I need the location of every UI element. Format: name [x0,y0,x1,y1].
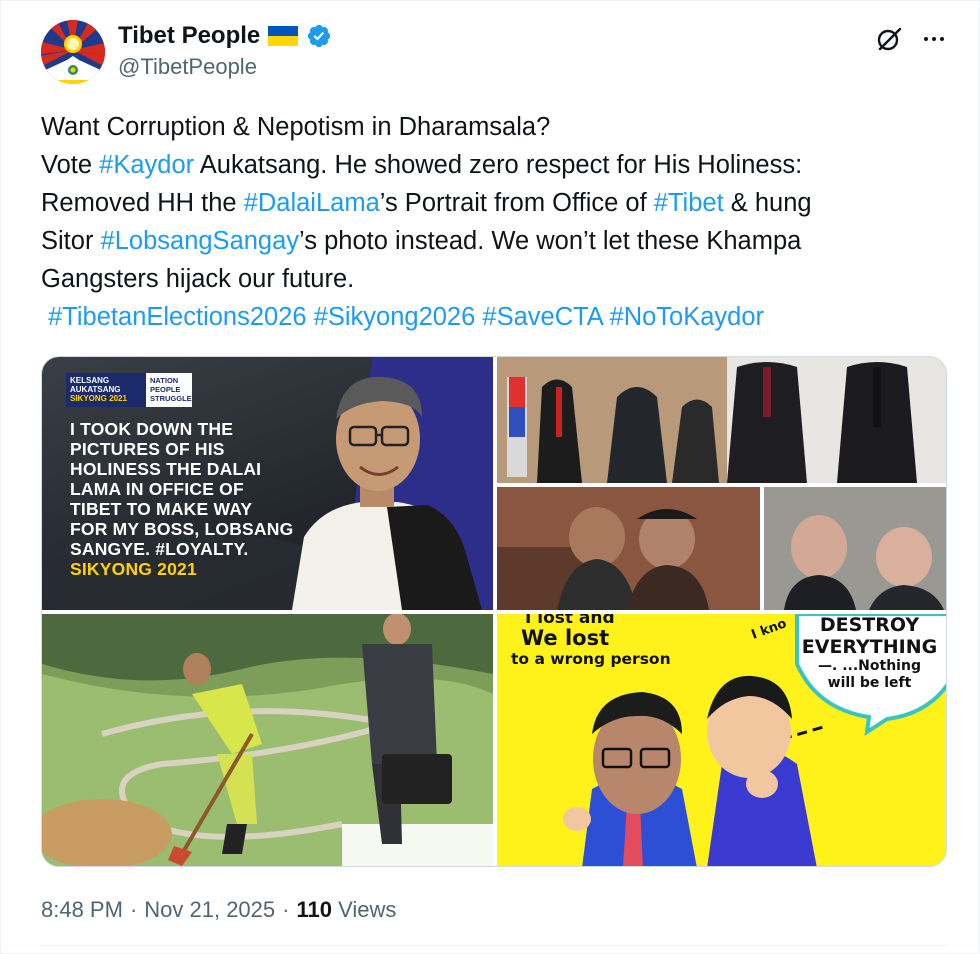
meta-separator: · [129,897,138,922]
speech-bubble: DESTROY EVERYTHING —. ...Nothing will be… [801,614,938,691]
media-image-campaign-poster[interactable]: KELSANG AUKATSANG SIKYONG 2021 NATION PE… [42,357,493,610]
author-display-name[interactable]: Tibet People [118,22,260,50]
media-image-suits-meeting[interactable] [497,357,946,483]
hashtag-link[interactable]: #DalaiLama [244,189,380,217]
tweet-line: Sitor #LobsangSangay’s photo instead. We… [41,227,802,255]
media-image-meeting-closeup[interactable] [497,487,760,610]
author-name-row: Tibet People [118,21,332,51]
views-count: 110 [296,897,332,922]
grok-icon [877,27,902,51]
hashtag-link[interactable]: #TibetanElections2026 [41,303,307,331]
media-image-worker-scene[interactable] [42,614,493,866]
hashtag-link[interactable]: #NoToKaydor [610,303,765,331]
ukraine-flag-icon [268,26,299,46]
media-grid: KELSANG AUKATSANG SIKYONG 2021 NATION PE… [41,356,947,867]
hashtag-link[interactable]: #LobsangSangay [101,227,300,255]
suits-scene [497,357,946,483]
tibetan-flag-avatar [41,20,105,84]
cartoon-text-wrong-person: to a wrong person [511,650,671,668]
poster-logo-text: KELSANG AUKATSANG SIKYONG 2021 [70,376,127,403]
author-handle[interactable]: @TibetPeople [118,54,257,80]
worker-scene [42,614,493,866]
views-label: Views [338,897,397,922]
tweet-line: Removed HH the #DalaiLama’s Portrait fro… [41,189,812,217]
verified-badge-icon[interactable] [306,23,332,49]
media-image-cartoon[interactable]: I lost and We lost to a wrong person I k… [497,614,946,866]
meeting-closeup-scene [497,487,760,610]
tweet-meta: 8:48 PM · Nov 21, 2025 · 110 Views [41,897,396,923]
tweet-time[interactable]: 8:48 PM [41,897,123,923]
author-avatar[interactable] [41,20,105,84]
views-counter[interactable]: 110 Views [296,897,396,923]
poster-quote: I TOOK DOWN THE PICTURES OF HIS HOLINESS… [70,419,294,579]
officials-scene [764,487,946,610]
tweet-line: Vote #Kaydor Aukatsang. He showed zero r… [41,151,803,179]
hashtag-link[interactable]: #SaveCTA [482,303,602,331]
poster-slogan-text: NATION PEOPLE STRUGGLE [150,376,192,403]
more-icon [924,37,944,41]
tweet-date[interactable]: Nov 21, 2025 [144,897,275,923]
tweet-line: Gangsters hijack our future. [41,265,355,293]
tweet-card: Tibet People @TibetPeople Want Corruptio… [0,0,980,954]
tweet-text: Want Corruption & Nepotism in Dharamsala… [41,108,941,336]
divider [41,945,947,946]
meta-separator: · [282,897,290,922]
tweet-line: Want Corruption & Nepotism in Dharamsala… [41,113,551,141]
more-options-button[interactable] [914,19,954,59]
hashtag-link[interactable]: #Tibet [654,189,724,217]
hashtag-link[interactable]: #Kaydor [99,151,194,179]
media-image-officials[interactable] [764,487,946,610]
tweet-hashtags-line: #TibetanElections2026 #Sikyong2026 #Save… [41,298,941,336]
cartoon-text-we-lost: We lost [521,626,610,650]
hashtag-link[interactable]: #Sikyong2026 [314,303,476,331]
grok-button[interactable] [869,19,909,59]
